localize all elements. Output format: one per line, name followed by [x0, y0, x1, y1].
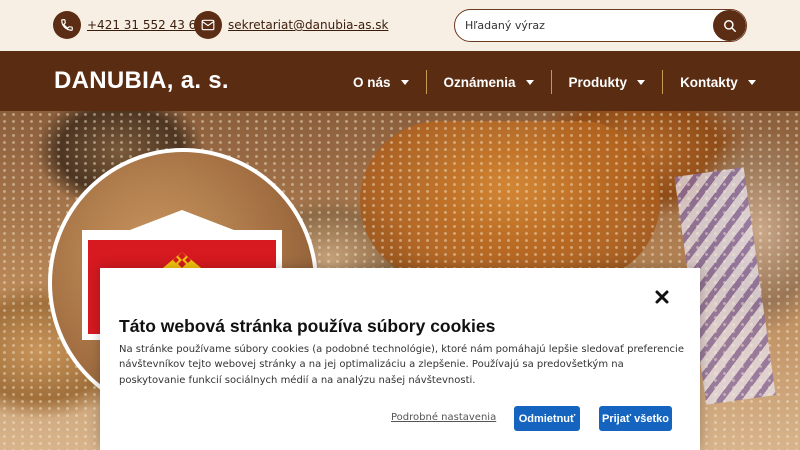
brand-logo-text[interactable]: DANUBIA, a. s.: [54, 67, 229, 95]
envelope-icon: [194, 11, 222, 39]
chevron-down-icon: [747, 79, 756, 85]
chevron-down-icon: [637, 79, 646, 85]
search-input[interactable]: [455, 10, 715, 41]
nav-menu: O nás Oznámenia Produkty Kontakty: [336, 70, 773, 94]
phone-icon: [53, 11, 81, 39]
close-icon[interactable]: [654, 289, 670, 305]
nav-item-produkty[interactable]: Produkty: [552, 70, 664, 94]
cookie-description: Na stránke používame súbory cookies (a p…: [119, 344, 684, 386]
top-contact-bar: +421 31 552 43 62 sekretariat@danubia-as…: [0, 0, 800, 51]
nav-item-label: Produkty: [568, 74, 628, 90]
nav-item-label: Kontakty: [680, 74, 738, 90]
chevron-down-icon: [400, 79, 409, 85]
email-link[interactable]: sekretariat@danubia-as.sk: [228, 18, 388, 32]
accept-all-button[interactable]: Prijať všetko: [599, 406, 672, 431]
main-navigation: DANUBIA, a. s. O nás Oznámenia Produkty …: [0, 51, 800, 111]
search-icon: [723, 19, 736, 32]
chevron-down-icon: [525, 79, 534, 85]
reject-button[interactable]: Odmietnuť: [514, 406, 580, 431]
search-box: [454, 9, 747, 42]
phone-contact[interactable]: +421 31 552 43 62: [53, 11, 204, 39]
nav-item-label: Oznámenia: [443, 74, 516, 90]
nav-item-o-nas[interactable]: O nás: [336, 70, 427, 94]
logo-roof: [104, 210, 260, 240]
email-contact[interactable]: sekretariat@danubia-as.sk: [194, 11, 388, 39]
search-button[interactable]: [713, 10, 746, 41]
nav-item-kontakty[interactable]: Kontakty: [663, 70, 773, 94]
cookie-title: Táto webová stránka používa súbory cooki…: [119, 316, 496, 336]
nav-item-oznamenia[interactable]: Oznámenia: [427, 70, 552, 94]
phone-link[interactable]: +421 31 552 43 62: [87, 18, 204, 32]
nav-item-label: O nás: [353, 74, 391, 90]
cookie-consent-dialog: Táto webová stránka používa súbory cooki…: [100, 268, 700, 450]
detailed-settings-link[interactable]: Podrobné nastavenia: [391, 412, 496, 423]
